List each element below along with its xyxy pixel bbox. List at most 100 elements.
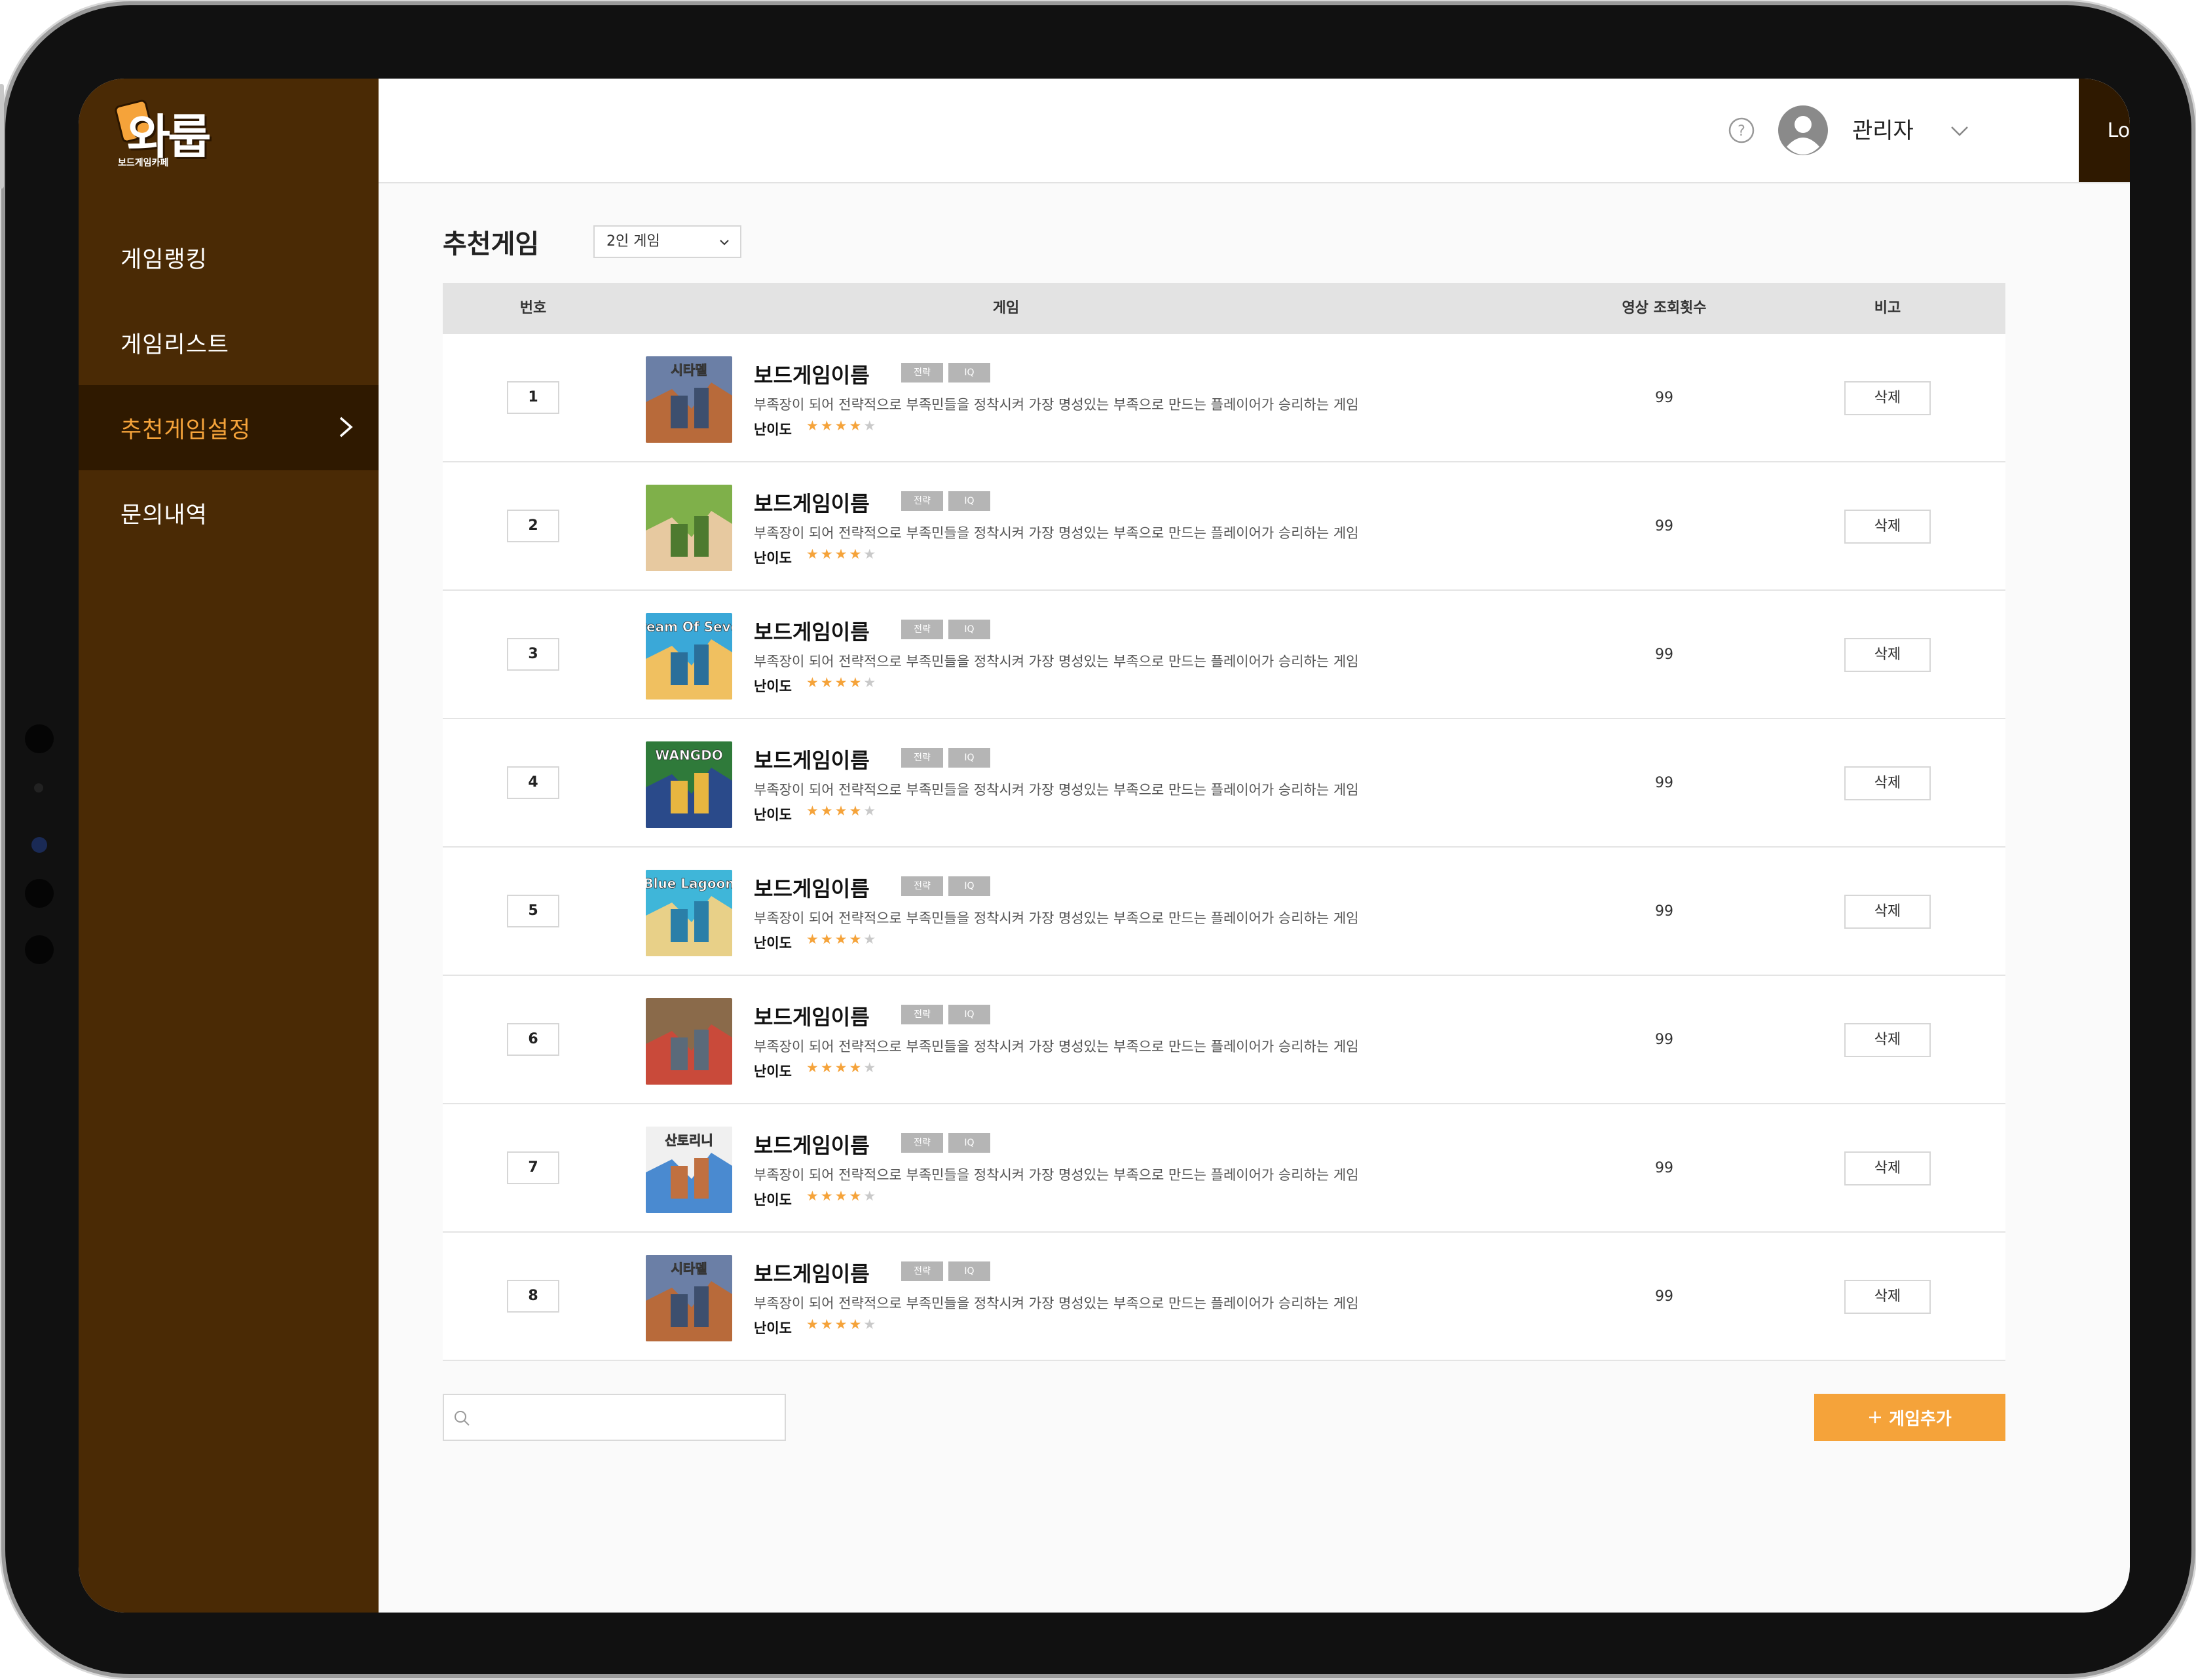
sidebar-item-inquiries[interactable]: 문의내역 (79, 470, 379, 555)
tag-iq: IQ (948, 491, 990, 511)
delete-button[interactable]: 삭제 (1844, 1280, 1931, 1314)
art-shape (671, 781, 688, 813)
row-number[interactable]: 6 (507, 1023, 559, 1056)
row-number[interactable]: 1 (507, 381, 559, 414)
box-title: 산토리니 (665, 1132, 713, 1148)
delete-button[interactable]: 삭제 (1844, 638, 1931, 672)
game-name[interactable]: 보드게임이름 (754, 1258, 870, 1288)
star-icon: ★ (820, 418, 835, 434)
sidebar-item-recommended-settings[interactable]: 추천게임설정 (79, 385, 379, 470)
game-description: 부족장이 되어 전략적으로 부족민들을 정착시켜 가장 명성있는 부족으로 만드… (754, 397, 1359, 413)
game-name[interactable]: 보드게임이름 (754, 872, 870, 903)
delete-button[interactable]: 삭제 (1844, 895, 1931, 929)
sidebar-item-label: 게임리스트 (121, 331, 230, 358)
add-game-label: 게임추가 (1889, 1409, 1952, 1429)
search-box[interactable] (443, 1394, 786, 1441)
logout-button[interactable]: Logout (2079, 79, 2130, 182)
game-box-art: WANGDO (646, 741, 732, 828)
game-box-art: 시타델 (646, 1255, 732, 1341)
delete-button[interactable]: 삭제 (1844, 766, 1931, 800)
header-number: 번호 (519, 300, 547, 316)
row-number[interactable]: 4 (507, 766, 559, 799)
camera-lens (31, 837, 47, 853)
delete-button[interactable]: 삭제 (1844, 510, 1931, 544)
game-name[interactable]: 보드게임이름 (754, 744, 870, 774)
tag-strategy: 전략 (901, 620, 943, 639)
table-row: 6 보드게임이름 전략 IQ 부족장이 되어 전략적으로 부족민들을 정착시켜 가장 명… (443, 976, 2005, 1104)
game-box-art: 시타델 (646, 356, 732, 443)
game-filter-select[interactable]: 2인 게임 (593, 225, 741, 258)
svg-text:?: ? (1738, 123, 1745, 140)
art-shape (671, 652, 688, 685)
game-thumbnail: 산토리니 (646, 1127, 732, 1213)
user-name[interactable]: 관리자 (1852, 113, 1914, 145)
art-shape (671, 396, 688, 428)
game-description: 부족장이 되어 전략적으로 부족민들을 정착시켜 가장 명성있는 부족으로 만드… (754, 1167, 1359, 1183)
video-view-count: 99 (1655, 390, 1673, 406)
star-icon: ★ (863, 546, 878, 562)
game-description: 부족장이 되어 전략적으로 부족민들을 정착시켜 가장 명성있는 부족으로 만드… (754, 525, 1359, 541)
star-icon: ★ (863, 1060, 878, 1075)
star-icon: ★ (820, 803, 835, 819)
game-name[interactable]: 보드게임이름 (754, 1129, 870, 1159)
game-description: 부족장이 되어 전략적으로 부족민들을 정착시켜 가장 명성있는 부족으로 만드… (754, 1296, 1359, 1311)
sidebar-item-label: 추천게임설정 (121, 417, 251, 443)
star-icon: ★ (834, 803, 849, 819)
table-body: 1 시타델 보드게임이름 전략 IQ 부족장이 되어 전략적으로 부족민들을 정착시켜 가… (443, 334, 2005, 1361)
game-description: 부족장이 되어 전략적으로 부족민들을 정착시켜 가장 명성있는 부족으로 만드… (754, 1039, 1359, 1055)
star-icon: ★ (863, 803, 878, 819)
art-shape (671, 1294, 688, 1327)
app-screen: 와룹 보드게임카페 게임랭킹 게임리스트 추천게임설정 문의내역 ? 관리자 L… (79, 79, 2130, 1613)
logo[interactable]: 와룹 보드게임카페 (113, 98, 216, 170)
table-header: 번호 게임 영상 조회횟수 비고 (443, 283, 2005, 334)
row-number[interactable]: 8 (507, 1280, 559, 1313)
star-icon: ★ (849, 1060, 864, 1075)
game-thumbnail: 시타델 (646, 1255, 732, 1341)
game-name[interactable]: 보드게임이름 (754, 359, 870, 389)
delete-button[interactable]: 삭제 (1844, 1023, 1931, 1057)
game-name[interactable]: 보드게임이름 (754, 616, 870, 646)
avatar-icon[interactable] (1777, 105, 1829, 156)
star-icon: ★ (820, 1316, 835, 1332)
star-icon: ★ (834, 1188, 849, 1204)
game-name[interactable]: 보드게임이름 (754, 1001, 870, 1031)
row-number[interactable]: 5 (507, 895, 559, 927)
search-input[interactable] (477, 1402, 774, 1434)
star-icon: ★ (834, 931, 849, 947)
art-shape (694, 516, 709, 557)
sidebar-item-game-list[interactable]: 게임리스트 (79, 300, 379, 385)
sensor-dot (25, 724, 54, 753)
game-box-art (646, 998, 732, 1085)
row-number[interactable]: 3 (507, 638, 559, 671)
row-number[interactable]: 7 (507, 1151, 559, 1184)
star-icon: ★ (820, 931, 835, 947)
art-shape (694, 773, 709, 813)
help-icon[interactable]: ? (1728, 117, 1755, 144)
row-number[interactable]: 2 (507, 510, 559, 542)
sidebar-item-label: 문의내역 (121, 502, 208, 529)
add-game-button[interactable]: 게임추가 (1814, 1394, 2005, 1441)
game-name[interactable]: 보드게임이름 (754, 487, 870, 517)
game-description: 부족장이 되어 전략적으로 부족민들을 정착시켜 가장 명성있는 부족으로 만드… (754, 782, 1359, 798)
art-shape (694, 901, 709, 942)
difficulty-label: 난이도 (754, 1192, 792, 1208)
delete-button[interactable]: 삭제 (1844, 1151, 1931, 1185)
difficulty-label: 난이도 (754, 679, 792, 694)
sensor-dot (25, 935, 54, 964)
header-game: 게임 (992, 300, 1020, 316)
star-icon: ★ (849, 418, 864, 434)
sidebar-item-game-ranking[interactable]: 게임랭킹 (79, 215, 379, 300)
game-box-art: Dream Of Seven (646, 613, 732, 700)
box-title: Blue Lagoon (646, 876, 732, 891)
video-view-count: 99 (1655, 1160, 1673, 1176)
game-thumbnail: 시타델 (646, 356, 732, 443)
star-icon: ★ (834, 1316, 849, 1332)
video-view-count: 99 (1655, 775, 1673, 791)
delete-button[interactable]: 삭제 (1844, 381, 1931, 415)
star-icon: ★ (863, 675, 878, 690)
game-description: 부족장이 되어 전략적으로 부족민들을 정착시켜 가장 명성있는 부족으로 만드… (754, 654, 1359, 669)
page-title: 추천게임 (443, 229, 540, 259)
tag-iq: IQ (948, 876, 990, 896)
game-box-art (646, 485, 732, 571)
chevron-down-icon[interactable] (1948, 119, 1971, 143)
